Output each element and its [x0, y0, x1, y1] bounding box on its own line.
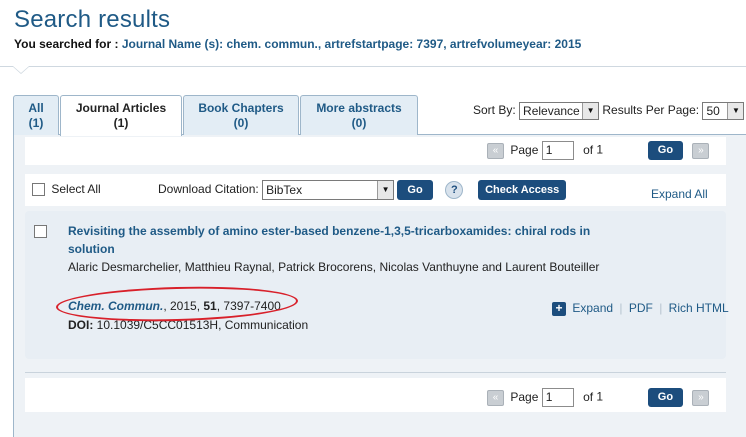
searched-prefix: You searched for :: [14, 37, 119, 51]
next-page-button[interactable]: »: [692, 389, 710, 406]
tab-count: (1): [113, 116, 129, 130]
results-per-page-label: Results Per Page:: [602, 103, 700, 118]
rich-html-link[interactable]: Rich HTML: [669, 301, 729, 315]
page-label: Page: [510, 142, 539, 157]
expand-link[interactable]: Expand: [572, 301, 613, 315]
select-all[interactable]: Select All: [32, 182, 101, 197]
download-citation-label: Download Citation:: [158, 182, 259, 197]
chevron-down-icon: ▼: [377, 181, 394, 199]
prev-page-button[interactable]: «: [487, 142, 504, 159]
tab-book-chapters[interactable]: Book Chapters (0): [183, 95, 299, 135]
download-go-button[interactable]: Go: [397, 180, 433, 201]
tab-count: (0): [233, 116, 249, 130]
page-input[interactable]: 1: [541, 141, 574, 160]
select-all-label: Select All: [51, 182, 101, 196]
sort-bar: Sort By: Relevance ▼ Results Per Page: 5…: [473, 102, 745, 120]
go-page-button[interactable]: Go: [647, 141, 684, 160]
check-access-button[interactable]: Check Access: [478, 180, 567, 201]
tab-label: All: [28, 101, 44, 115]
search-query: Journal Name (s): chem. commun., artrefs…: [121, 37, 582, 51]
tab-journal-articles[interactable]: Journal Articles (1): [60, 95, 182, 136]
chevron-down-icon: ▼: [582, 103, 599, 119]
plus-icon[interactable]: +: [552, 301, 566, 316]
of-label: of: [583, 389, 594, 404]
sort-by-label: Sort By:: [473, 103, 516, 118]
pager-top: « Page 1 of 1 Go »: [487, 141, 710, 160]
result-actions: + Expand | PDF | Rich HTML: [552, 301, 729, 316]
sort-select[interactable]: Relevance ▼: [519, 102, 600, 120]
pdf-link[interactable]: PDF: [629, 301, 653, 315]
citation-format-select[interactable]: BibTex ▼: [262, 180, 395, 200]
search-summary: You searched for : Journal Name (s): che…: [14, 37, 581, 51]
pager-bottom: « Page 1 of 1 Go »: [487, 388, 710, 407]
total-pages: 1: [596, 142, 604, 157]
of-label: of: [583, 142, 594, 157]
page-title: Search results: [14, 6, 171, 33]
expand-all-link[interactable]: Expand All: [651, 187, 708, 201]
result-checkbox[interactable]: [34, 225, 47, 238]
separator: |: [619, 301, 623, 315]
tab-count: (1): [28, 116, 44, 130]
doi-label: DOI:: [68, 318, 94, 332]
page-input[interactable]: 1: [541, 388, 574, 407]
chevron-down-icon: ▼: [727, 103, 744, 119]
help-icon[interactable]: ?: [445, 181, 464, 200]
download-citation: Download Citation: BibTex ▼ Go ? Check A…: [158, 180, 567, 201]
results-per-page-select[interactable]: 50 ▼: [702, 102, 745, 120]
per-page-value: 50: [706, 104, 720, 118]
article-title-link[interactable]: Revisiting the assembly of amino ester-b…: [68, 222, 598, 258]
tab-all[interactable]: All (1): [13, 95, 59, 135]
tab-label: Journal Articles: [75, 101, 167, 115]
header-divider: [0, 66, 746, 67]
sort-select-value: Relevance: [523, 104, 580, 118]
go-page-button[interactable]: Go: [647, 388, 684, 407]
article-authors: Alaric Desmarchelier, Matthieu Raynal, P…: [68, 260, 600, 274]
next-page-button[interactable]: »: [692, 142, 710, 159]
select-all-checkbox[interactable]: [32, 183, 45, 197]
separator: |: [659, 301, 663, 315]
divider-notch-inner: [13, 66, 29, 73]
bottom-divider: [25, 372, 726, 373]
total-pages: 1: [596, 389, 604, 404]
citation-format-value: BibTex: [266, 183, 303, 197]
prev-page-button[interactable]: «: [487, 389, 504, 406]
tab-label: More abstracts: [316, 101, 402, 115]
tab-more-abstracts[interactable]: More abstracts (0): [300, 95, 418, 135]
tab-count: (0): [351, 116, 367, 130]
tab-label: Book Chapters: [198, 101, 284, 115]
page-label: Page: [510, 389, 539, 404]
